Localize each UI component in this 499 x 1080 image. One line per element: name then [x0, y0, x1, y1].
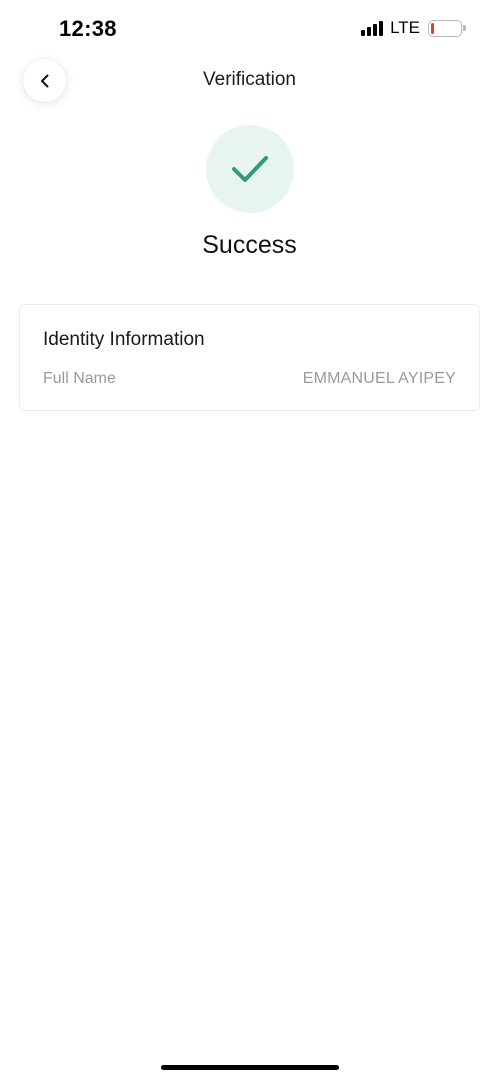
- full-name-value: EMMANUEL AYIPEY: [302, 370, 456, 387]
- home-indicator[interactable]: [161, 1065, 339, 1070]
- status-time: 12:38: [59, 16, 117, 41]
- success-heading: Success: [202, 231, 297, 259]
- battery-icon: [428, 19, 466, 37]
- identity-info-card: Identity Information Full Name EMMANUEL …: [19, 304, 480, 411]
- verification-screen: 12:38 LTE Verification Success Identity …: [0, 0, 499, 1080]
- network-type: LTE: [390, 18, 420, 37]
- card-title: Identity Information: [43, 329, 205, 350]
- success-badge: [206, 125, 294, 213]
- battery-nub: [463, 25, 466, 31]
- status-bar: 12:38 LTE: [0, 0, 499, 56]
- signal-strength-icon: [361, 20, 384, 36]
- checkmark-icon: [232, 156, 268, 182]
- page-title: Verification: [203, 69, 296, 90]
- status-indicators: LTE: [361, 18, 466, 37]
- battery-level: [431, 22, 435, 34]
- full-name-label: Full Name: [43, 370, 116, 387]
